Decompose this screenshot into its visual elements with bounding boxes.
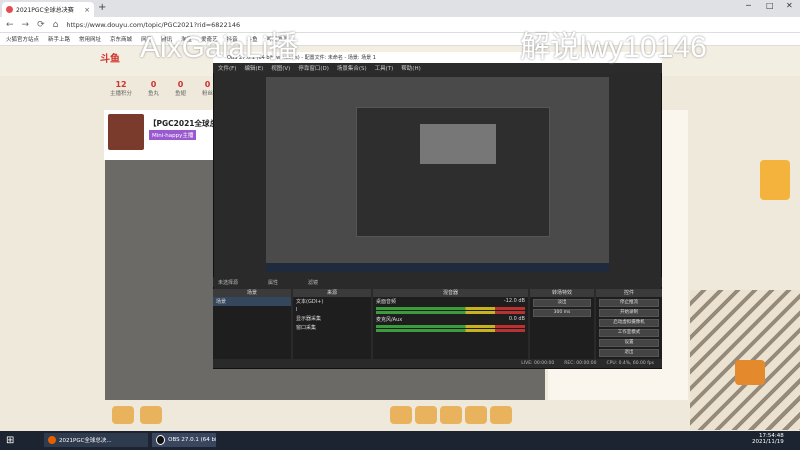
stat-item: 0 粉丝 <box>202 80 214 97</box>
stat-item: 0 鱼翅 <box>175 80 187 97</box>
volume-slider[interactable] <box>376 329 525 332</box>
cpu-status: CPU: 0.4%, 60.00 fps <box>606 361 655 366</box>
favicon-icon <box>6 6 13 13</box>
scene-item[interactable]: 场景 <box>213 297 291 306</box>
filters-button[interactable]: 滤镜 <box>308 279 318 286</box>
streamer-avatar[interactable] <box>108 114 144 150</box>
studio-mode-button[interactable]: 工作室模式 <box>599 329 659 337</box>
mixer-dock: 混音器 桌面音频 -12.0 dB 麦克风/Aux 0.0 dB <box>373 289 528 359</box>
mixer-channel-name: 麦克风/Aux 0.0 dB <box>376 316 525 323</box>
menu-item[interactable]: 工具(T) <box>375 64 394 72</box>
browser-tab[interactable]: 2021PGC全球总决赛 × <box>2 2 94 17</box>
sources-header: 来源 <box>293 289 371 297</box>
bookmark-item[interactable]: 火狐官方站点 <box>6 35 39 43</box>
bookmark-item[interactable]: 常用网址 <box>79 35 101 43</box>
clock-date: 2021/11/19 <box>752 439 784 445</box>
gift-icon[interactable] <box>390 406 412 424</box>
sources-dock: 来源 文本(GDI+) I 显示器采集 窗口采集 <box>293 289 371 359</box>
menu-item[interactable]: 场景集合(S) <box>337 64 367 72</box>
user-stats: 12 主播积分 0 鱼丸 0 鱼翅 0 粉丝 <box>110 80 213 97</box>
windows-start-icon[interactable]: ⊞ <box>6 435 14 446</box>
properties-button[interactable]: 属性 <box>268 279 278 286</box>
scenes-dock: 场景 场景 <box>213 289 291 359</box>
taskbar-label: 2021PGC全球总决... <box>59 438 112 444</box>
forward-icon[interactable]: → <box>22 20 30 30</box>
source-item[interactable]: 显示器采集 <box>293 314 371 323</box>
live-status: LIVE: 00:00:00 <box>521 361 555 366</box>
gift-icon[interactable] <box>490 406 512 424</box>
duration-field[interactable]: 300 ms <box>533 309 591 317</box>
home-icon[interactable]: ⌂ <box>53 20 59 30</box>
source-item[interactable]: 文本(GDI+) <box>293 297 371 306</box>
preview-taskbar <box>266 263 609 272</box>
gift-icon[interactable] <box>465 406 487 424</box>
stat-item: 12 主播积分 <box>110 80 133 97</box>
gift-icon[interactable] <box>112 406 134 424</box>
taskbar-firefox[interactable]: 2021PGC全球总决... <box>44 433 148 447</box>
system-clock[interactable]: 17:54:48 2021/11/19 <box>752 433 784 445</box>
watermark-right: 解说lwy10146 <box>520 31 707 64</box>
controls-dock: 控件 停止推流 开始录制 启动虚拟摄像机 工作室模式 设置 退出 <box>596 289 662 359</box>
taskbar-obs[interactable]: OBS 27.0.1 (64 bi... <box>152 433 216 447</box>
obs-icon <box>156 435 166 445</box>
stop-stream-button[interactable]: 停止推流 <box>599 299 659 307</box>
watermark-left: AixGaiaLi播 <box>140 31 299 64</box>
bookmark-item[interactable]: 新手上路 <box>48 35 70 43</box>
back-icon[interactable]: ← <box>6 20 14 30</box>
obs-status-bar: LIVE: 00:00:00 REC: 00:00:00 CPU: 0.4%, … <box>213 359 662 368</box>
transitions-dock: 转场特效 淡出 300 ms <box>530 289 594 359</box>
minimize-icon[interactable]: ─ <box>746 1 751 10</box>
firefox-icon <box>48 436 56 444</box>
event-badge[interactable] <box>760 160 790 200</box>
taskbar-label: OBS 27.0.1 (64 bi... <box>168 437 216 443</box>
menu-item[interactable]: 停靠窗口(D) <box>298 64 329 72</box>
bookmark-item[interactable]: 京东商城 <box>110 35 132 43</box>
virtual-camera-button[interactable]: 启动虚拟摄像机 <box>599 319 659 327</box>
room-author[interactable]: Mini-happy主播 <box>149 130 197 140</box>
transitions-header: 转场特效 <box>530 289 594 297</box>
close-tab-icon[interactable]: × <box>84 6 90 14</box>
transition-select[interactable]: 淡出 <box>533 299 591 307</box>
scenes-header: 场景 <box>213 289 291 297</box>
nested-preview-inner <box>420 124 496 164</box>
menu-item[interactable]: 帮助(H) <box>401 64 420 72</box>
no-source-label: 未选择源 <box>218 279 239 286</box>
mixer-channel-name: 桌面音频 -12.0 dB <box>376 298 525 305</box>
rec-status: REC: 00:00:00 <box>564 361 597 366</box>
volume-meter <box>376 325 525 328</box>
stat-item: 0 鱼丸 <box>148 80 160 97</box>
exit-button[interactable]: 退出 <box>599 349 659 357</box>
close-window-icon[interactable]: ✕ <box>786 1 793 10</box>
reload-icon[interactable]: ⟳ <box>37 20 45 30</box>
site-logo[interactable]: 斗鱼 <box>100 50 140 70</box>
event-badge[interactable] <box>735 360 765 385</box>
tab-title: 2021PGC全球总决赛 <box>16 7 74 14</box>
gift-icon[interactable] <box>440 406 462 424</box>
new-tab-button[interactable]: + <box>98 2 106 13</box>
tab-bar <box>0 0 800 17</box>
volume-meter <box>376 307 525 310</box>
maximize-icon[interactable]: □ <box>766 1 774 10</box>
controls-header: 控件 <box>596 289 662 297</box>
settings-button[interactable]: 设置 <box>599 339 659 347</box>
source-item[interactable]: 窗口采集 <box>293 323 371 332</box>
source-toolbar: 未选择源 属性 滤镜 <box>213 277 662 287</box>
gift-icon[interactable] <box>415 406 437 424</box>
mixer-header: 混音器 <box>373 289 528 297</box>
volume-slider[interactable] <box>376 311 525 314</box>
start-recording-button[interactable]: 开始录制 <box>599 309 659 317</box>
gift-icon[interactable] <box>140 406 162 424</box>
source-item[interactable]: I <box>293 306 371 314</box>
